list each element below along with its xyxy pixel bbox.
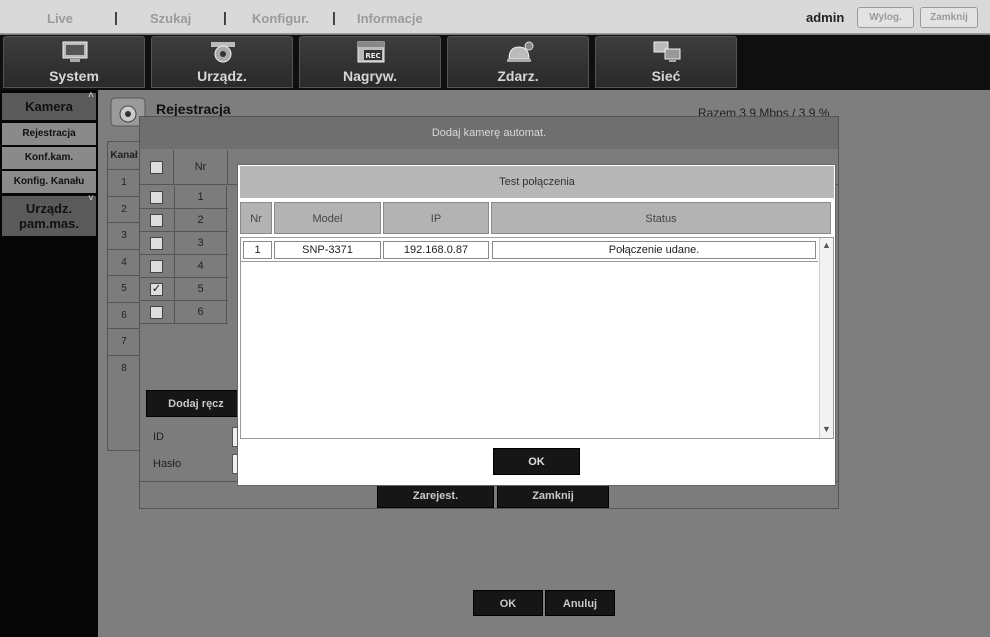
camera-row-checkbox[interactable] bbox=[150, 237, 163, 250]
camera-row-checkbox[interactable] bbox=[150, 191, 163, 204]
col-header-model: Model bbox=[274, 202, 381, 234]
rec-badge: REC bbox=[365, 52, 380, 60]
page-title: Rejestracja bbox=[156, 101, 231, 117]
connection-test-dialog: Test połączenia Nr Model IP Status 1 SNP… bbox=[237, 164, 836, 486]
channel-row[interactable]: 8 bbox=[108, 354, 140, 382]
result-list bbox=[240, 237, 834, 439]
camera-row-checkbox[interactable] bbox=[150, 306, 163, 319]
close-app-button[interactable]: Zamknij bbox=[920, 7, 978, 28]
camera-row[interactable]: 3 bbox=[140, 232, 228, 255]
camera-row-nr: 3 bbox=[174, 232, 227, 255]
camera-row[interactable]: 4 bbox=[140, 255, 228, 278]
tab-label: System bbox=[49, 68, 99, 84]
tab-event[interactable]: Zdarz. bbox=[447, 36, 589, 88]
channel-column: Kanał 12345678 bbox=[107, 141, 141, 451]
sidebar-item-camera-setup[interactable]: Konf.kam. bbox=[2, 147, 96, 169]
network-icon bbox=[653, 41, 681, 62]
scroll-up-icon[interactable]: ▲ bbox=[822, 240, 831, 250]
nav-separator: | bbox=[114, 9, 118, 25]
camera-row-checkbox[interactable] bbox=[150, 260, 163, 273]
channel-row[interactable]: 6 bbox=[108, 301, 140, 329]
nr-header: Nr bbox=[194, 161, 207, 173]
alarm-gear-icon bbox=[507, 41, 534, 62]
nav-separator: | bbox=[332, 9, 336, 25]
monitor-icon bbox=[62, 41, 88, 62]
channel-header: Kanał bbox=[110, 150, 138, 161]
tab-system[interactable]: System bbox=[3, 36, 145, 88]
camera-row-nr: 2 bbox=[174, 209, 227, 232]
camera-row-checkbox[interactable]: ✓ bbox=[150, 283, 163, 296]
ok-button[interactable]: OK bbox=[473, 590, 543, 616]
camera-row-nr: 1 bbox=[174, 186, 227, 209]
camera-list: 1 2 3 4 ✓ 5 6 bbox=[140, 186, 240, 326]
channel-row[interactable]: 2 bbox=[108, 195, 140, 223]
result-model: SNP-3371 bbox=[274, 241, 381, 259]
dialog-title: Test połączenia bbox=[240, 166, 834, 198]
password-label: Hasło bbox=[153, 458, 182, 470]
channel-row[interactable]: 4 bbox=[108, 248, 140, 276]
result-ip: 192.168.0.87 bbox=[383, 241, 489, 259]
tab-label: Urządz. bbox=[197, 68, 247, 84]
camera-row-nr: 5 bbox=[174, 278, 227, 301]
sidebar-item-channel-config[interactable]: Konfig. Kanału bbox=[2, 171, 96, 193]
result-nr: 1 bbox=[243, 241, 272, 259]
collapse-down-icon[interactable]: ˅ bbox=[88, 193, 94, 204]
col-header-nr: Nr bbox=[240, 202, 272, 234]
collapse-up-icon[interactable]: ˄ bbox=[88, 90, 94, 101]
col-header-status: Status bbox=[491, 202, 831, 234]
col-header-ip: IP bbox=[383, 202, 489, 234]
scrollbar[interactable]: ▲ ▼ bbox=[819, 238, 833, 438]
camera-row[interactable]: 2 bbox=[140, 209, 228, 232]
sidebar: Kamera ˄ Rejestracja Konf.kam. Konfig. K… bbox=[0, 90, 98, 637]
camera-row[interactable]: 1 bbox=[140, 186, 228, 209]
id-label: ID bbox=[153, 431, 164, 443]
nav-live[interactable]: Live bbox=[47, 11, 73, 26]
manual-add-button[interactable]: Dodaj ręcz bbox=[146, 390, 246, 417]
channel-row[interactable]: 1 bbox=[108, 169, 140, 196]
camera-row[interactable]: 6 bbox=[140, 301, 228, 324]
channel-row[interactable]: 3 bbox=[108, 222, 140, 249]
logout-button[interactable]: Wylog. bbox=[857, 7, 914, 28]
camera-icon bbox=[211, 42, 235, 63]
top-nav-bar: Live | Szukaj | Konfigur. | Informacje a… bbox=[0, 0, 990, 34]
tab-label: Sieć bbox=[651, 68, 681, 84]
result-status: Połączenie udane. bbox=[492, 241, 816, 259]
dialog-title: Dodaj kamerę automat. bbox=[140, 117, 838, 149]
tab-network[interactable]: Sieć bbox=[595, 36, 737, 88]
main-menu-bar: System Urządz. REC Nagryw. Zdarz. Sieć bbox=[0, 35, 990, 90]
channel-row[interactable]: 7 bbox=[108, 328, 140, 355]
nav-info[interactable]: Informacje bbox=[357, 11, 423, 26]
camera-row[interactable]: ✓ 5 bbox=[140, 278, 228, 301]
camera-row-checkbox[interactable] bbox=[150, 214, 163, 227]
tab-label: Nagryw. bbox=[343, 68, 397, 84]
select-all-checkbox[interactable] bbox=[150, 161, 163, 174]
tab-label: Zdarz. bbox=[497, 68, 539, 84]
camera-row-nr: 4 bbox=[174, 255, 227, 278]
sidebar-item-registration[interactable]: Rejestracja bbox=[2, 123, 96, 145]
cancel-button[interactable]: Anuluj bbox=[545, 590, 615, 616]
sidebar-section-storage[interactable]: Urządz. pam.mas. bbox=[2, 196, 96, 236]
tab-device[interactable]: Urządz. bbox=[151, 36, 293, 88]
camera-row-nr: 6 bbox=[174, 301, 227, 324]
user-name: admin bbox=[806, 10, 845, 25]
nav-setup[interactable]: Konfigur. bbox=[252, 11, 309, 26]
tab-record[interactable]: REC Nagryw. bbox=[299, 36, 441, 88]
channel-row[interactable]: 5 bbox=[108, 275, 140, 302]
calendar-rec-icon: REC bbox=[357, 41, 385, 63]
nav-separator: | bbox=[223, 9, 227, 25]
ok-button[interactable]: OK bbox=[493, 448, 580, 475]
nav-search[interactable]: Szukaj bbox=[150, 11, 191, 26]
sidebar-section-camera[interactable]: Kamera bbox=[2, 93, 96, 120]
scroll-down-icon[interactable]: ▼ bbox=[822, 424, 831, 434]
